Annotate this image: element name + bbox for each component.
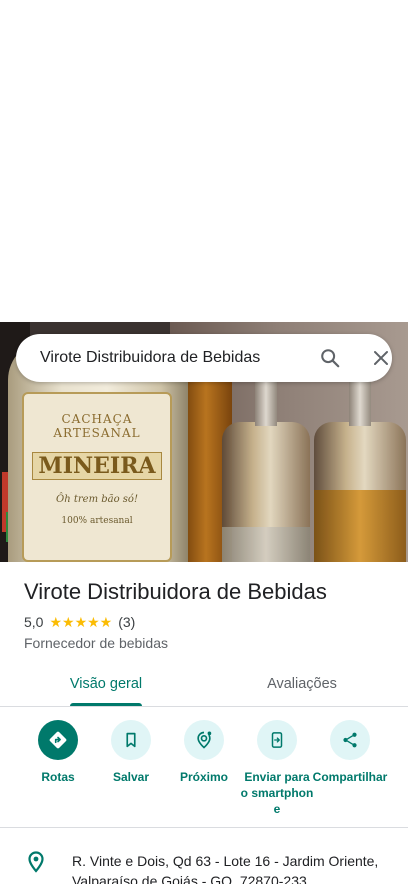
save-button[interactable]: Salvar bbox=[93, 720, 169, 785]
share-icon bbox=[330, 720, 370, 760]
search-bar[interactable]: Virote Distribuidora de Bebidas bbox=[16, 334, 392, 382]
search-query[interactable]: Virote Distribuidora de Bebidas bbox=[40, 334, 260, 382]
address-text: R. Vinte e Dois, Qd 63 - Lote 16 - Jardi… bbox=[72, 853, 379, 884]
place-category[interactable]: Fornecedor de bebidas bbox=[24, 635, 168, 651]
send-to-phone-button[interactable]: Enviar para o smartphone bbox=[239, 720, 315, 817]
photo-jug-label: CACHAÇA ARTESANAL MINEIRA Ôh trem bão só… bbox=[22, 392, 172, 562]
address-row[interactable]: R. Vinte e Dois, Qd 63 - Lote 16 - Jardi… bbox=[0, 842, 408, 884]
section-divider bbox=[0, 827, 408, 828]
tab-bar: Visão geral Avaliações bbox=[0, 664, 408, 707]
photo-glass-bottle bbox=[314, 340, 406, 562]
action-buttons: Rotas Salvar Próximo Enviar para o smart… bbox=[0, 720, 408, 826]
active-tab-indicator bbox=[70, 703, 142, 706]
send-to-phone-label: Enviar para o smartphone bbox=[240, 770, 314, 816]
nearby-label: Próximo bbox=[179, 770, 228, 784]
bookmark-icon bbox=[111, 720, 151, 760]
review-count[interactable]: (3) bbox=[118, 614, 135, 630]
directions-label: Rotas bbox=[41, 770, 75, 784]
nearby-icon bbox=[184, 720, 224, 760]
send-to-phone-icon bbox=[257, 720, 297, 760]
tab-overview[interactable]: Visão geral bbox=[50, 664, 162, 706]
save-label: Salvar bbox=[112, 770, 150, 784]
place-title: Virote Distribuidora de Bebidas bbox=[24, 579, 327, 604]
rating-value: 5,0 bbox=[24, 614, 44, 630]
jug-label-line: 100% artesanal bbox=[61, 516, 133, 526]
share-button[interactable]: Compartilhar bbox=[312, 720, 388, 785]
tab-reviews[interactable]: Avaliações bbox=[246, 664, 358, 706]
nearby-button[interactable]: Próximo bbox=[166, 720, 242, 785]
photo-glass-bottle bbox=[222, 340, 310, 562]
map-area[interactable] bbox=[0, 0, 408, 322]
jug-label-brand: MINEIRA bbox=[32, 452, 162, 480]
close-icon[interactable] bbox=[369, 346, 393, 370]
jug-label-line: Ôh trem bão só! bbox=[56, 494, 138, 505]
rating-row[interactable]: 5,0 ★★★★★ (3) bbox=[24, 613, 135, 631]
share-label: Compartilhar bbox=[312, 770, 388, 784]
directions-icon bbox=[38, 720, 78, 760]
search-icon[interactable] bbox=[318, 346, 342, 370]
jug-label-line: CACHAÇA ARTESANAL bbox=[53, 412, 141, 440]
location-pin-icon bbox=[24, 850, 48, 874]
star-rating-icon: ★★★★★ bbox=[49, 614, 113, 630]
directions-button[interactable]: Rotas bbox=[20, 720, 96, 785]
